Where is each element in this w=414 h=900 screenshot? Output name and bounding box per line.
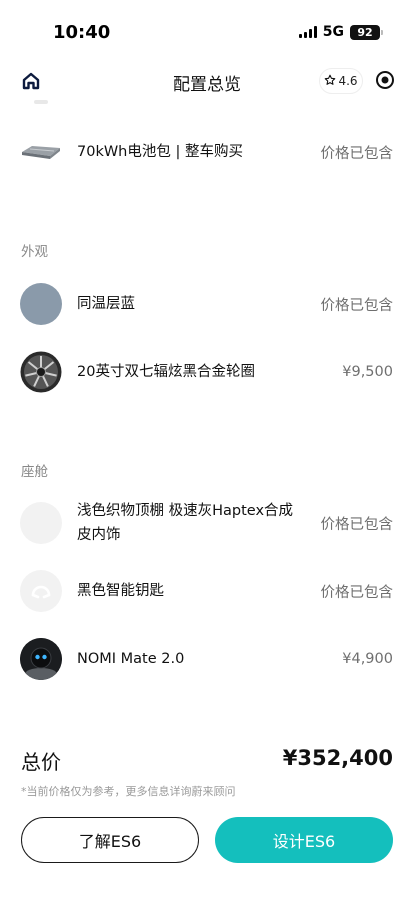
nav-bar: 配置总览 4.6: [0, 60, 414, 102]
list-item-wheel-rim[interactable]: 20英寸双七辐炫黑合金轮圈 ¥9,500: [20, 351, 393, 393]
total-price: ¥352,400: [282, 746, 393, 770]
total-label: 总价: [21, 750, 61, 774]
price-disclaimer: *当前价格仅为参考，更多信息详询蔚来顾问: [21, 785, 236, 798]
item-label: 20英寸双七辐炫黑合金轮圈: [77, 364, 255, 380]
design-es6-button[interactable]: 设计ES6: [215, 817, 393, 863]
item-label: NOMI Mate 2.0: [77, 651, 185, 667]
nomi-robot-icon: [20, 638, 62, 680]
list-item-nomi[interactable]: NOMI Mate 2.0 ¥4,900: [20, 638, 393, 680]
smart-key-icon: [20, 570, 62, 612]
rating-badge[interactable]: 4.6: [319, 68, 363, 94]
list-item-smart-key[interactable]: 黑色智能钥匙 价格已包含: [20, 570, 393, 612]
battery-icon: 92: [350, 24, 383, 40]
target-icon[interactable]: [375, 70, 395, 90]
learn-es6-button[interactable]: 了解ES6: [21, 817, 199, 863]
wheel-rim-icon: [20, 351, 62, 393]
item-price: 价格已包含: [320, 584, 394, 601]
item-label: 浅色织物顶棚 极速灰Haptex合成皮内饰: [77, 503, 294, 543]
item-price: 价格已包含: [320, 516, 394, 533]
status-indicators: 5G 92: [298, 24, 383, 40]
item-price: 价格已包含: [320, 297, 394, 314]
section-title-cabin: 座舱: [21, 464, 48, 480]
interior-swatch-icon: [20, 502, 62, 544]
item-price: ¥9,500: [342, 364, 393, 380]
list-item-interior[interactable]: 浅色织物顶棚 极速灰Haptex合成皮内饰 价格已包含: [20, 498, 393, 548]
item-label: 黑色智能钥匙: [77, 583, 164, 599]
list-item-battery-pack[interactable]: 70kWh电池包 | 整车购买 价格已包含: [20, 131, 393, 173]
battery-level: 92: [357, 25, 373, 39]
status-bar: 10:40 5G 92: [0, 0, 414, 60]
scroll-hint: [34, 100, 48, 104]
section-title-exterior: 外观: [21, 244, 48, 260]
battery-pack-icon: [20, 131, 62, 173]
list-item-paint-color[interactable]: 同温层蓝 价格已包含: [20, 283, 393, 325]
paint-swatch-icon: [20, 283, 62, 325]
star-icon: [324, 74, 336, 89]
item-price: ¥4,900: [342, 651, 393, 667]
cellular-signal-icon: [298, 26, 317, 38]
network-type-label: 5G: [322, 24, 344, 40]
rating-value: 4.6: [338, 74, 358, 88]
status-time: 10:40: [53, 22, 111, 43]
item-label: 同温层蓝: [77, 296, 135, 312]
item-label: 70kWh电池包 | 整车购买: [77, 144, 243, 160]
item-price: 价格已包含: [320, 145, 394, 162]
